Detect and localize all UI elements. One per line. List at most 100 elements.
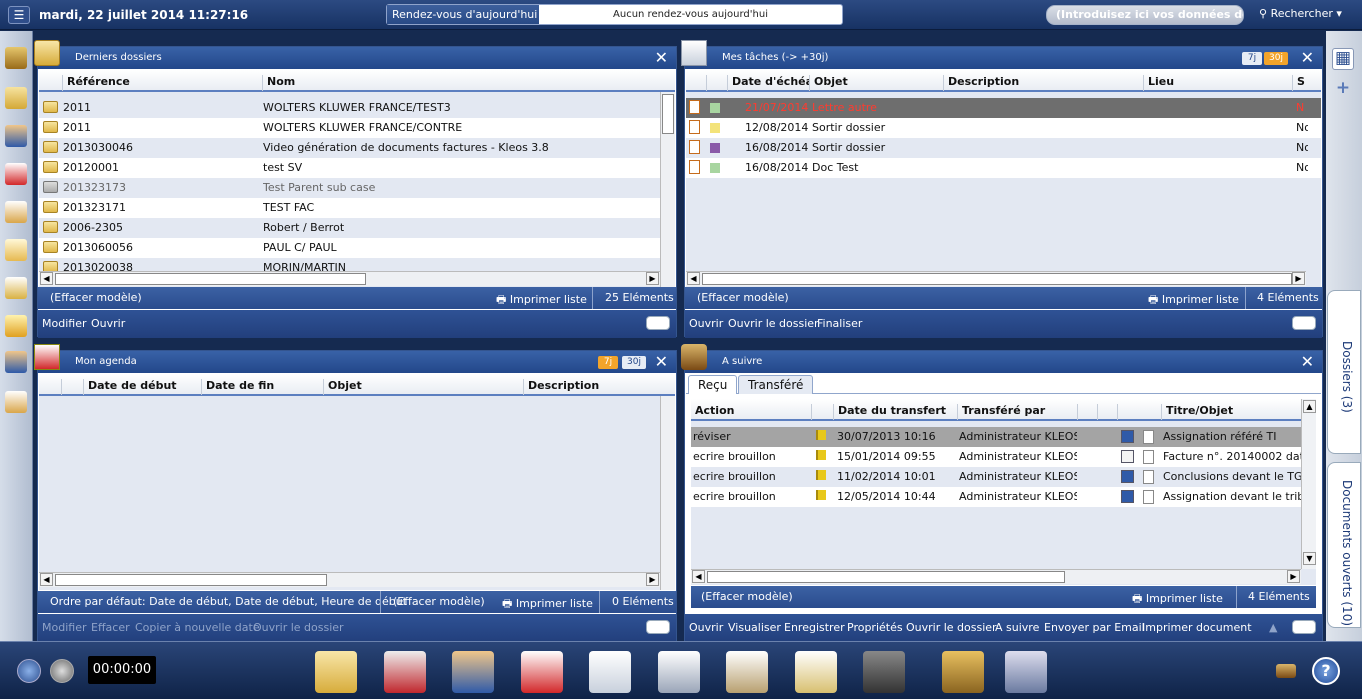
filter-30j-button[interactable]: 30j [1264,52,1288,65]
filter-7j-button[interactable]: 7j [598,356,618,369]
dock-documents-icon[interactable] [384,651,426,693]
col-objet[interactable]: Objet [323,379,523,395]
dock-safe-icon[interactable] [863,651,905,693]
filter-7j-button[interactable]: 7j [1242,52,1262,65]
scroll-thumb[interactable] [702,273,1292,285]
action-ouvrir-dossier[interactable]: Ouvrir le dossier [253,621,344,634]
panel-toggle[interactable] [646,620,670,634]
table-row[interactable]: 2006-2305 Robert / Berrot [39,218,660,238]
col-action[interactable]: Action [691,404,811,420]
clear-model-button[interactable]: (Effacer modèle) [50,291,142,304]
horizontal-scrollbar[interactable]: ◀ ▶ [39,572,660,587]
user-tools-icon[interactable] [5,351,27,373]
scroll-thumb[interactable] [707,571,1065,583]
table-row[interactable]: 12/08/2014 Sortir dossier No [686,118,1321,138]
action-ouvrir-dossier[interactable]: Ouvrir le dossier [906,621,997,634]
action-finaliser[interactable]: Finaliser [817,317,862,330]
scroll-up-icon[interactable]: ▲ [1303,400,1316,413]
tab-dossiers[interactable]: Dossiers (3) [1327,290,1361,454]
dock-folders-icon[interactable] [315,651,357,693]
col-date-transfert[interactable]: Date du transfert [833,404,957,420]
scroll-right-icon[interactable]: ▶ [1292,272,1305,285]
courier-icon[interactable] [5,47,27,69]
scroll-left-icon[interactable]: ◀ [40,573,53,586]
play-icon[interactable] [17,659,41,683]
scroll-right-icon[interactable]: ▶ [646,272,659,285]
action-effacer[interactable]: Effacer [91,621,130,634]
col-transfere-par[interactable]: Transféré par [957,404,1077,420]
table-row[interactable]: 2013030046 Video génération de documents … [39,138,660,158]
close-icon[interactable]: ✕ [1301,48,1314,67]
action-ouvrir-dossier[interactable]: Ouvrir le dossier [728,317,819,330]
scroll-right-icon[interactable]: ▶ [1287,570,1300,583]
scroll-thumb[interactable] [662,94,674,134]
scroll-left-icon[interactable]: ◀ [692,570,705,583]
table-row[interactable]: réviser 30/07/2013 10:16 Administrateur KL… [691,427,1301,447]
horizontal-scrollbar[interactable]: ◀ ▶ [686,271,1306,286]
col-objet[interactable]: Objet [809,75,943,91]
col-description[interactable]: Description [523,379,659,395]
action-ouvrir[interactable]: Ouvrir [689,317,723,330]
table-row[interactable]: ecrire brouillon 15/01/2014 09:55 Administ… [691,447,1301,467]
dock-notes-icon[interactable] [658,651,700,693]
table-row[interactable]: 16/08/2014 Sortir dossier No [686,138,1321,158]
stop-icon[interactable] [50,659,74,683]
dock-calendar-icon[interactable] [521,651,563,693]
print-list-button[interactable]: 🖶 Imprimer liste [1148,291,1239,310]
action-envoyer-email[interactable]: Envoyer par Email [1044,621,1145,634]
scroll-left-icon[interactable]: ◀ [40,272,53,285]
mail-icon[interactable] [5,277,27,299]
close-icon[interactable]: ✕ [1301,352,1314,371]
scroll-left-icon[interactable]: ◀ [687,272,700,285]
search-input[interactable]: (Introduisez ici vos données de rech [1046,5,1244,25]
dock-tasks-icon[interactable] [589,651,631,693]
table-row[interactable]: 201323171 TEST FAC [39,198,660,218]
scroll-thumb[interactable] [55,574,327,586]
dock-contacts-icon[interactable] [452,651,494,693]
table-row[interactable]: 2011 WOLTERS KLUWER FRANCE/CONTRE [39,118,660,138]
col-nom[interactable]: Nom [262,75,659,91]
action-visualiser[interactable]: Visualiser [728,621,781,634]
vertical-scrollbar[interactable]: ▲ ▼ [1301,399,1316,569]
tab-documents-ouverts[interactable]: Documents ouverts (10) [1327,462,1361,628]
print-list-button[interactable]: 🖶 Imprimer liste [1132,590,1223,609]
action-ouvrir[interactable]: Ouvrir [91,317,125,330]
folder-add-icon[interactable] [5,87,27,109]
scroll-right-icon[interactable]: ▶ [646,573,659,586]
clear-model-button[interactable]: (Effacer modèle) [393,595,485,608]
grid-view-icon[interactable]: ▦ [1332,48,1354,70]
col-lieu[interactable]: Lieu [1143,75,1292,91]
search-button[interactable]: ⚲ Rechercher ▾ [1259,7,1342,20]
scroll-thumb[interactable] [55,273,366,285]
add-icon[interactable]: + [1332,79,1354,101]
clock-task-icon[interactable] [5,391,27,413]
table-row[interactable]: ecrire brouillon 12/05/2014 10:44 Administ… [691,487,1301,507]
dock-justice-icon[interactable] [942,651,984,693]
table-row[interactable]: 2011 WOLTERS KLUWER FRANCE/TEST3 [39,98,660,118]
menu-icon[interactable]: ☰ [8,6,30,24]
calendar-icon[interactable] [5,163,27,185]
clear-model-button[interactable]: (Effacer modèle) [701,590,793,603]
dock-settings-icon[interactable] [1005,651,1047,693]
horizontal-scrollbar[interactable]: ◀ ▶ [39,271,660,286]
clear-model-button[interactable]: (Effacer modèle) [697,291,789,304]
horizontal-scrollbar[interactable]: ◀ ▶ [691,569,1301,584]
appointments-value[interactable]: Aucun rendez-vous aujourd'hui [539,5,842,24]
col-date-echeance[interactable]: Date d'échéan [727,75,809,91]
col-date-fin[interactable]: Date de fin [201,379,323,395]
contact-icon[interactable] [5,125,27,147]
table-row[interactable]: 20120001 test SV [39,158,660,178]
filter-30j-button[interactable]: 30j [622,356,646,369]
print-list-button[interactable]: 🖶 Imprimer liste [502,595,593,614]
action-modifier[interactable]: Modifier [42,317,86,330]
tab-transfere[interactable]: Transféré [738,375,814,394]
dock-invoice-icon[interactable] [795,651,837,693]
panel-toggle[interactable] [646,316,670,330]
action-copier[interactable]: Copier à nouvelle date [135,621,260,634]
print-list-button[interactable]: 🖶 Imprimer liste [496,291,587,310]
action-imprimer-document[interactable]: Imprimer document [1142,621,1252,634]
panel-toggle[interactable] [1292,620,1316,634]
table-row[interactable]: ecrire brouillon 11/02/2014 10:01 Administ… [691,467,1301,487]
dock-timesheet-icon[interactable] [726,651,768,693]
table-row[interactable]: 21/07/2014 Lettre autre N [686,98,1321,118]
